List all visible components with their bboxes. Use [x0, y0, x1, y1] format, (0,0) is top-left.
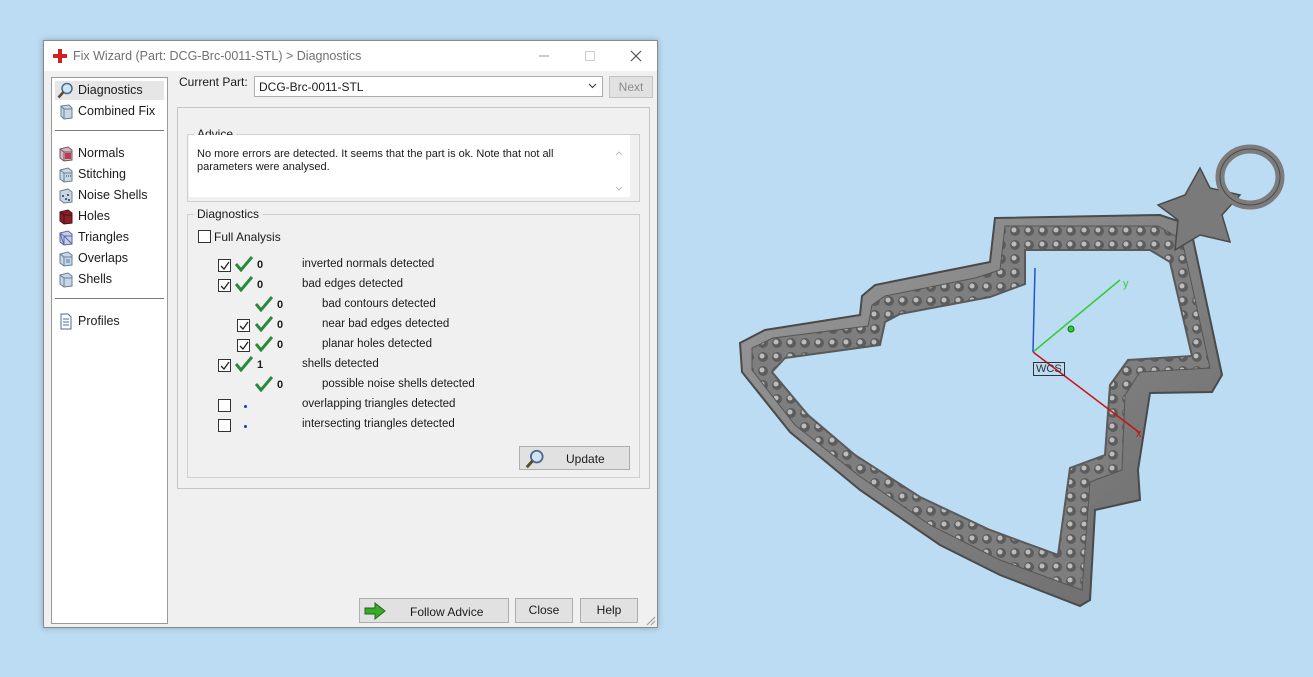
model-viewport[interactable]: x y — [0, 0, 1313, 677]
axis-y-label: y — [1123, 278, 1129, 290]
wcs-label: WCS — [1033, 362, 1065, 376]
axis-x-label: x — [1136, 428, 1142, 440]
christmas-tree-pendant-model[interactable] — [738, 144, 1285, 608]
